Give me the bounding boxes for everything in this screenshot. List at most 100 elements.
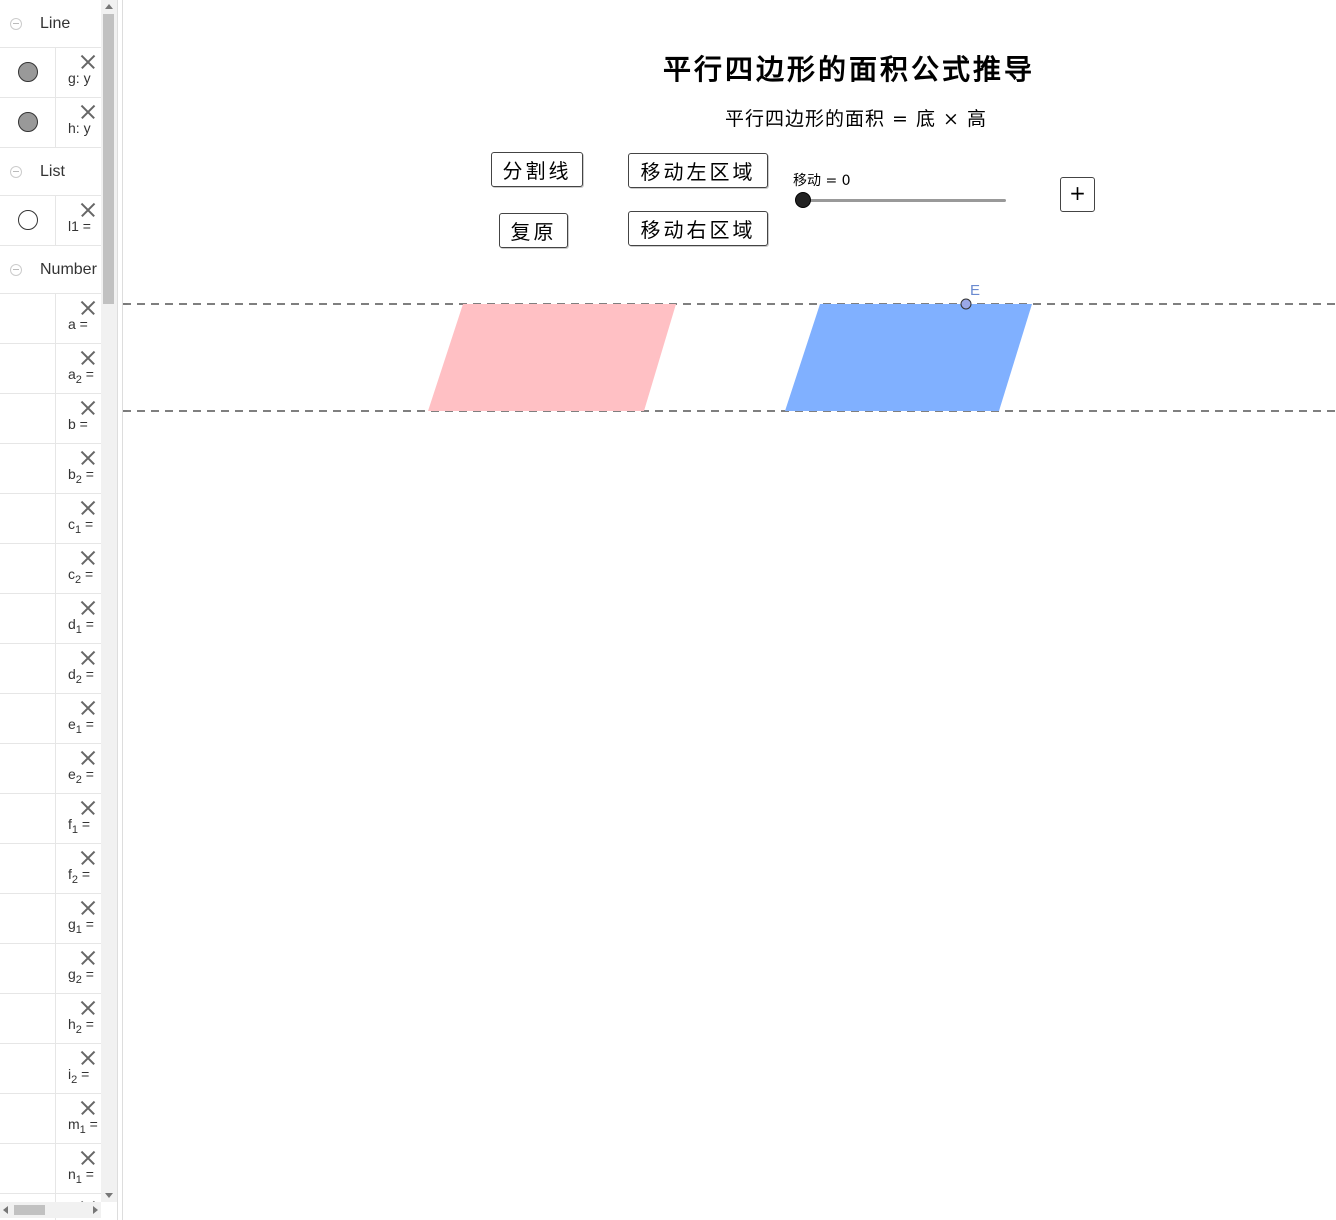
algebra-row[interactable]: f1 = <box>0 794 101 844</box>
algebra-row[interactable]: b2 = <box>0 444 101 494</box>
group-header-line[interactable]: Line <box>0 0 101 48</box>
visibility-cell[interactable] <box>0 944 56 993</box>
move-left-region-button[interactable]: 移动左区域 <box>628 153 768 188</box>
algebra-object-text[interactable]: b = <box>68 416 88 436</box>
point-e[interactable] <box>960 298 972 310</box>
close-icon[interactable] <box>80 1000 96 1016</box>
algebra-object-text[interactable]: c2 = <box>68 566 93 586</box>
algebra-object-text[interactable]: c1 = <box>68 516 93 536</box>
close-icon[interactable] <box>80 450 96 466</box>
vertical-scrollbar[interactable] <box>101 0 117 1202</box>
visibility-cell[interactable] <box>0 694 56 743</box>
visibility-cell[interactable] <box>0 494 56 543</box>
graphics-view[interactable]: E 平行四边形的面积公式推导 平行四边形的面积 = 底 × 高 分割线 移动左区… <box>123 0 1336 1220</box>
visibility-cell[interactable] <box>0 1044 56 1093</box>
visibility-cell[interactable] <box>0 1144 56 1193</box>
left-parallelogram[interactable] <box>428 304 676 411</box>
close-icon[interactable] <box>80 1150 96 1166</box>
visibility-cell[interactable] <box>0 394 56 443</box>
algebra-object-text[interactable]: g2 = <box>68 966 94 986</box>
close-icon[interactable] <box>80 104 96 120</box>
move-right-region-button[interactable]: 移动右区域 <box>628 211 768 246</box>
close-icon[interactable] <box>80 400 96 416</box>
visibility-cell[interactable] <box>0 344 56 393</box>
visibility-cell[interactable] <box>0 644 56 693</box>
scroll-left-icon[interactable] <box>3 1206 8 1214</box>
scroll-right-icon[interactable] <box>93 1206 98 1214</box>
add-button[interactable]: + <box>1060 177 1095 212</box>
visibility-cell[interactable] <box>0 196 56 245</box>
visibility-toggle-icon[interactable] <box>18 112 38 132</box>
algebra-row[interactable]: e1 = <box>0 694 101 744</box>
close-icon[interactable] <box>80 550 96 566</box>
close-icon[interactable] <box>80 202 96 218</box>
close-icon[interactable] <box>80 54 96 70</box>
algebra-row[interactable]: a2 = <box>0 344 101 394</box>
close-icon[interactable] <box>80 950 96 966</box>
close-icon[interactable] <box>80 1100 96 1116</box>
algebra-row[interactable]: c1 = <box>0 494 101 544</box>
close-icon[interactable] <box>80 800 96 816</box>
close-icon[interactable] <box>80 900 96 916</box>
visibility-cell[interactable] <box>0 844 56 893</box>
close-icon[interactable] <box>80 300 96 316</box>
close-icon[interactable] <box>80 750 96 766</box>
algebra-object-text[interactable]: i2 = <box>68 1066 89 1086</box>
visibility-cell[interactable] <box>0 594 56 643</box>
algebra-row[interactable]: g: y <box>0 48 101 98</box>
split-line-button[interactable]: 分割线 <box>491 152 583 187</box>
algebra-object-text[interactable]: d2 = <box>68 666 94 686</box>
algebra-row[interactable]: c2 = <box>0 544 101 594</box>
visibility-toggle-icon[interactable] <box>18 62 38 82</box>
algebra-object-text[interactable]: g: y <box>68 70 91 86</box>
visibility-cell[interactable] <box>0 48 56 97</box>
algebra-row[interactable]: d2 = <box>0 644 101 694</box>
right-parallelogram[interactable] <box>785 304 1032 411</box>
collapse-icon[interactable] <box>10 17 22 30</box>
visibility-cell[interactable] <box>0 294 56 343</box>
visibility-cell[interactable] <box>0 894 56 943</box>
collapse-icon[interactable] <box>10 165 22 178</box>
algebra-object-text[interactable]: f2 = <box>68 866 90 886</box>
algebra-row[interactable]: f2 = <box>0 844 101 894</box>
algebra-row[interactable]: d1 = <box>0 594 101 644</box>
algebra-object-text[interactable]: l1 = <box>68 218 91 234</box>
algebra-object-text[interactable]: m1 = <box>68 1116 98 1136</box>
algebra-object-text[interactable]: g1 = <box>68 916 94 936</box>
algebra-object-text[interactable]: b2 = <box>68 466 94 486</box>
close-icon[interactable] <box>80 350 96 366</box>
algebra-row[interactable]: b = <box>0 394 101 444</box>
algebra-row[interactable]: g2 = <box>0 944 101 994</box>
vertical-scroll-thumb[interactable] <box>103 14 114 304</box>
visibility-cell[interactable] <box>0 544 56 593</box>
close-icon[interactable] <box>80 700 96 716</box>
algebra-row[interactable]: g1 = <box>0 894 101 944</box>
algebra-row[interactable]: e2 = <box>0 744 101 794</box>
algebra-object-text[interactable]: h: y <box>68 120 91 136</box>
horizontal-scroll-thumb[interactable] <box>14 1205 45 1215</box>
algebra-object-text[interactable]: e1 = <box>68 716 94 736</box>
algebra-object-text[interactable]: a2 = <box>68 366 94 386</box>
close-icon[interactable] <box>80 600 96 616</box>
close-icon[interactable] <box>80 1050 96 1066</box>
scroll-up-icon[interactable] <box>105 4 113 9</box>
algebra-object-text[interactable]: d1 = <box>68 616 94 636</box>
close-icon[interactable] <box>80 850 96 866</box>
algebra-object-text[interactable]: e2 = <box>68 766 94 786</box>
visibility-cell[interactable] <box>0 444 56 493</box>
algebra-object-text[interactable]: n1 = <box>68 1166 94 1186</box>
algebra-object-text[interactable]: f1 = <box>68 816 90 836</box>
visibility-cell[interactable] <box>0 1094 56 1143</box>
close-icon[interactable] <box>80 500 96 516</box>
visibility-cell[interactable] <box>0 794 56 843</box>
scroll-down-icon[interactable] <box>105 1193 113 1198</box>
algebra-object-text[interactable]: h2 = <box>68 1016 94 1036</box>
algebra-row[interactable]: a = <box>0 294 101 344</box>
restore-button[interactable]: 复原 <box>499 213 568 248</box>
algebra-row[interactable]: m1 = <box>0 1094 101 1144</box>
algebra-row[interactable]: l1 = <box>0 196 101 246</box>
move-slider-knob[interactable] <box>795 192 811 208</box>
visibility-cell[interactable] <box>0 994 56 1043</box>
algebra-row[interactable]: n1 = <box>0 1144 101 1194</box>
horizontal-scrollbar[interactable] <box>0 1202 101 1218</box>
